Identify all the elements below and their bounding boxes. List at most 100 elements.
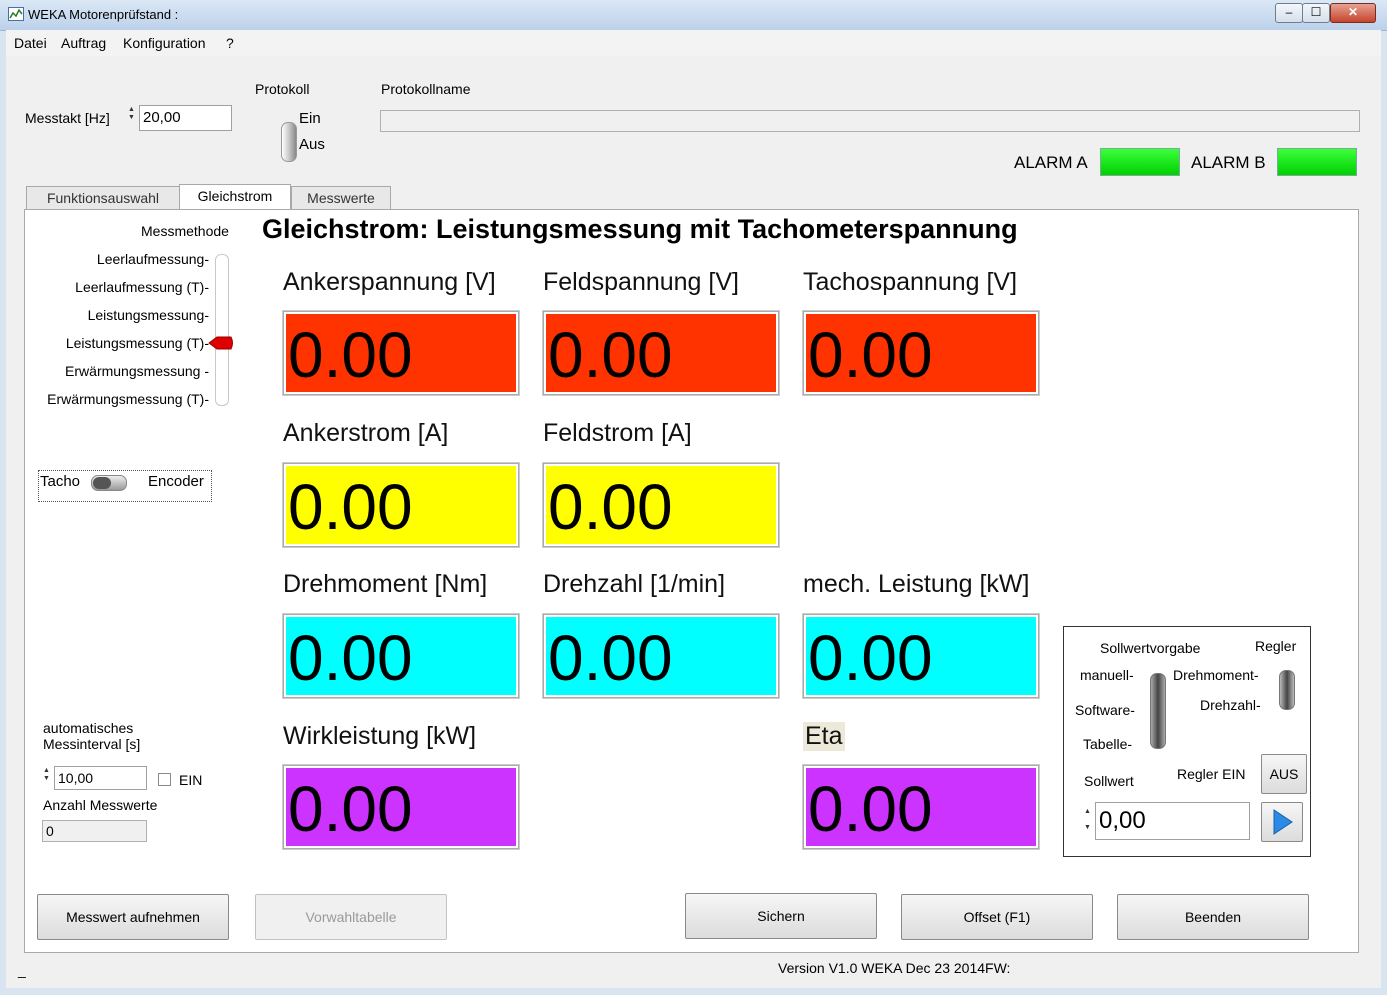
beenden-button[interactable]: Beenden [1117,894,1309,940]
maximize-button[interactable]: ☐ [1302,3,1330,23]
aus-button[interactable]: AUS [1261,754,1307,794]
window-title: WEKA Motorenprüfstand : [28,7,179,22]
spin-up-icon[interactable]: ▲ [127,106,136,114]
ein-label: EIN [179,772,203,788]
messtakt-spinner[interactable]: ▲ ▼ [127,106,136,122]
offset-button[interactable]: Offset (F1) [901,894,1093,940]
vorwahltabelle-button[interactable]: Vorwahltabelle [255,894,447,940]
menu-konfiguration[interactable]: Konfiguration [123,35,206,51]
menu-bar: Datei Auftrag Konfiguration ? [6,30,1381,57]
encoder-label: Encoder [148,473,204,490]
sollwert-tick-software[interactable]: Software- [1075,702,1135,718]
auto-label-1: automatisches [43,720,134,736]
spin-down-icon[interactable]: ▼ [42,775,51,783]
protokoll-toggle-switch[interactable] [281,122,297,162]
mech-leistung-label: mech. Leistung [kW] [803,570,1030,598]
protokoll-aus-label: Aus [299,136,325,153]
drehzahl-label: Drehzahl [1/min] [543,570,726,598]
ein-checkbox[interactable] [158,773,171,786]
regler-tick-drehzahl[interactable]: Drehzahl- [1200,697,1261,713]
method-tick-2[interactable]: Leistungsmessung- [88,307,209,323]
sollwert-input[interactable]: 0,00 [1095,802,1250,840]
ankerspannung-label: Ankerspannung [V] [283,268,496,296]
tab-messwerte[interactable]: Messwerte [291,186,391,209]
alarm-a-label: ALARM A [1014,153,1088,172]
minimize-button[interactable]: – [1275,3,1303,23]
auto-label-2: Messinterval [s] [43,736,141,752]
method-tick-5[interactable]: Erwärmungsmessung (T)- [47,391,209,407]
sollwert-label: Sollwert [1084,773,1134,789]
spin-up-icon[interactable]: ▲ [42,767,51,775]
protokollname-input[interactable] [380,110,1360,132]
title-bar: WEKA Motorenprüfstand : – ☐ ✕ [0,0,1387,31]
auto-interval-spinner[interactable]: ▲ ▼ [42,767,51,783]
tachospannung-value: 0.00 [803,311,1039,395]
sollwert-tick-manuell[interactable]: manuell- [1080,667,1134,683]
spin-down-icon[interactable]: ▼ [127,114,136,122]
status-left: _ [18,962,26,978]
anzahl-label: Anzahl Messwerte [43,797,158,813]
mech-leistung-value: 0.00 [803,614,1039,698]
drehmoment-value: 0.00 [283,614,519,698]
spin-up-icon[interactable]: ▲ [1083,804,1092,820]
protokoll-label: Protokoll [255,81,310,97]
regler-label: Regler [1255,638,1297,654]
spin-down-icon[interactable]: ▼ [1083,820,1092,836]
sollwertvorgabe-slider[interactable] [1150,673,1166,749]
feldstrom-value: 0.00 [543,463,779,547]
tacho-label: Tacho [40,473,81,490]
regler-ein-label: Regler EIN [1177,766,1246,782]
ankerstrom-label: Ankerstrom [A] [283,419,449,447]
drehzahl-value: 0.00 [543,614,779,698]
method-tick-4[interactable]: Erwärmungsmessung - [65,363,209,379]
ankerspannung-value: 0.00 [283,311,519,395]
page-title: Gleichstrom: Leistungsmessung mit Tachom… [262,214,1018,244]
protokoll-ein-label: Ein [299,110,321,127]
messwert-aufnehmen-button[interactable]: Messwert aufnehmen [37,894,229,940]
regler-toggle[interactable] [1279,670,1295,710]
sollwert-send-button[interactable] [1261,802,1303,842]
eta-value: 0.00 [803,765,1039,849]
drehmoment-label: Drehmoment [Nm] [283,570,488,598]
tab-funktionsauswahl[interactable]: Funktionsauswahl [26,186,180,209]
sollwert-tick-tabelle[interactable]: Tabelle- [1083,736,1132,752]
messtakt-input[interactable]: 20,00 [139,105,232,131]
method-tick-1[interactable]: Leerlaufmessung (T)- [75,279,209,295]
feldspannung-value: 0.00 [543,311,779,395]
alarm-b-indicator [1277,148,1357,176]
play-arrow-icon [1273,809,1293,835]
auto-interval-input[interactable]: 10,00 [54,766,147,790]
ankerstrom-value: 0.00 [283,463,519,547]
menu-auftrag[interactable]: Auftrag [61,35,106,51]
close-icon: ✕ [1347,5,1359,19]
alarm-b-label: ALARM B [1191,153,1266,172]
sichern-button[interactable]: Sichern [685,893,877,939]
app-chart-icon [8,7,24,21]
maximize-icon: ☐ [1310,5,1322,19]
sollwert-spinner[interactable]: ▲ ▼ [1083,804,1092,836]
sollwertvorgabe-label: Sollwertvorgabe [1100,640,1201,656]
feldstrom-label: Feldstrom [A] [543,419,692,447]
wirkleistung-value: 0.00 [283,765,519,849]
minimize-icon: – [1285,5,1293,19]
tacho-encoder-toggle[interactable] [91,475,127,491]
messmethode-slider-track[interactable] [215,254,229,406]
alarm-a-indicator [1100,148,1180,176]
menu-datei[interactable]: Datei [14,35,47,51]
messmethode-label: Messmethode [141,223,229,239]
regler-tick-drehmoment[interactable]: Drehmoment- [1173,667,1259,683]
eta-label: Eta [803,722,845,751]
protokollname-label: Protokollname [381,81,471,97]
menu-help[interactable]: ? [226,35,234,51]
slider-pointer-icon[interactable] [207,335,235,351]
version-text: Version V1.0 WEKA Dec 23 2014FW: [778,960,1011,976]
feldspannung-label: Feldspannung [V] [543,268,739,296]
tachospannung-label: Tachospannung [V] [803,268,1018,296]
tab-gleichstrom[interactable]: Gleichstrom [179,184,291,211]
close-button[interactable]: ✕ [1330,3,1376,23]
wirkleistung-label: Wirkleistung [kW] [283,722,477,750]
method-tick-0[interactable]: Leerlaufmessung- [97,251,209,267]
anzahl-value: 0 [42,820,147,842]
messtakt-label: Messtakt [Hz] [25,110,110,126]
method-tick-3[interactable]: Leistungsmessung (T)- [66,335,209,351]
